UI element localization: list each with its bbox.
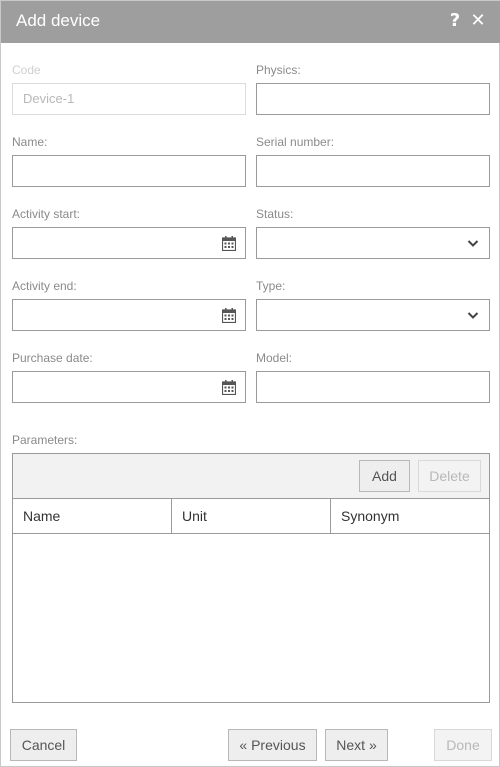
status-select[interactable] bbox=[256, 227, 490, 259]
name-input[interactable] bbox=[23, 156, 235, 186]
physics-input[interactable] bbox=[267, 84, 479, 114]
question-icon[interactable]: ? bbox=[447, 10, 463, 32]
calendar-icon[interactable] bbox=[222, 236, 236, 251]
model-field[interactable] bbox=[256, 371, 490, 403]
code-value: Device-1 bbox=[23, 91, 75, 106]
dialog-title: Add device bbox=[16, 11, 101, 30]
calendar-icon[interactable] bbox=[222, 380, 236, 395]
name-label: Name: bbox=[12, 135, 48, 149]
purchase-date-field[interactable] bbox=[12, 371, 246, 403]
type-label: Type: bbox=[256, 279, 286, 293]
code-field: Device-1 bbox=[12, 83, 246, 115]
previous-button[interactable]: « Previous bbox=[228, 729, 317, 761]
column-header-name[interactable]: Name bbox=[13, 499, 171, 533]
purchase-date-label: Purchase date: bbox=[12, 351, 93, 365]
activity-start-label: Activity start: bbox=[12, 207, 81, 221]
parameters-body bbox=[13, 535, 489, 702]
dialog-titlebar: Add device ? ✕ bbox=[1, 1, 500, 43]
name-field[interactable] bbox=[12, 155, 246, 187]
delete-parameter-button[interactable]: Delete bbox=[418, 460, 481, 492]
activity-end-label: Activity end: bbox=[12, 279, 77, 293]
type-select[interactable] bbox=[256, 299, 490, 331]
calendar-icon[interactable] bbox=[222, 308, 236, 323]
add-device-dialog: Add device ? ✕ Code Device-1 Physics: Na… bbox=[0, 0, 500, 767]
cancel-button[interactable]: Cancel bbox=[10, 729, 77, 761]
parameters-table: Add Delete Name Unit Synonym bbox=[12, 453, 490, 703]
column-header-unit[interactable]: Unit bbox=[171, 499, 330, 533]
parameters-label: Parameters: bbox=[12, 433, 78, 447]
activity-start-field[interactable] bbox=[12, 227, 246, 259]
activity-end-field[interactable] bbox=[12, 299, 246, 331]
parameters-header: Name Unit Synonym bbox=[13, 499, 489, 534]
chevron-down-icon bbox=[467, 312, 479, 319]
model-input[interactable] bbox=[267, 372, 479, 402]
physics-label: Physics: bbox=[256, 63, 301, 77]
serial-number-input[interactable] bbox=[267, 156, 479, 186]
code-label: Code bbox=[12, 63, 41, 77]
chevron-down-icon bbox=[467, 240, 479, 247]
add-parameter-button[interactable]: Add bbox=[359, 460, 410, 492]
next-button[interactable]: Next » bbox=[325, 729, 388, 761]
done-button[interactable]: Done bbox=[434, 729, 492, 761]
status-label: Status: bbox=[256, 207, 294, 221]
parameters-toolbar: Add Delete bbox=[13, 454, 489, 499]
close-icon[interactable]: ✕ bbox=[470, 10, 486, 32]
physics-field[interactable] bbox=[256, 83, 490, 115]
serial-number-field[interactable] bbox=[256, 155, 490, 187]
model-label: Model: bbox=[256, 351, 293, 365]
serial-number-label: Serial number: bbox=[256, 135, 335, 149]
column-header-synonym[interactable]: Synonym bbox=[330, 499, 489, 533]
